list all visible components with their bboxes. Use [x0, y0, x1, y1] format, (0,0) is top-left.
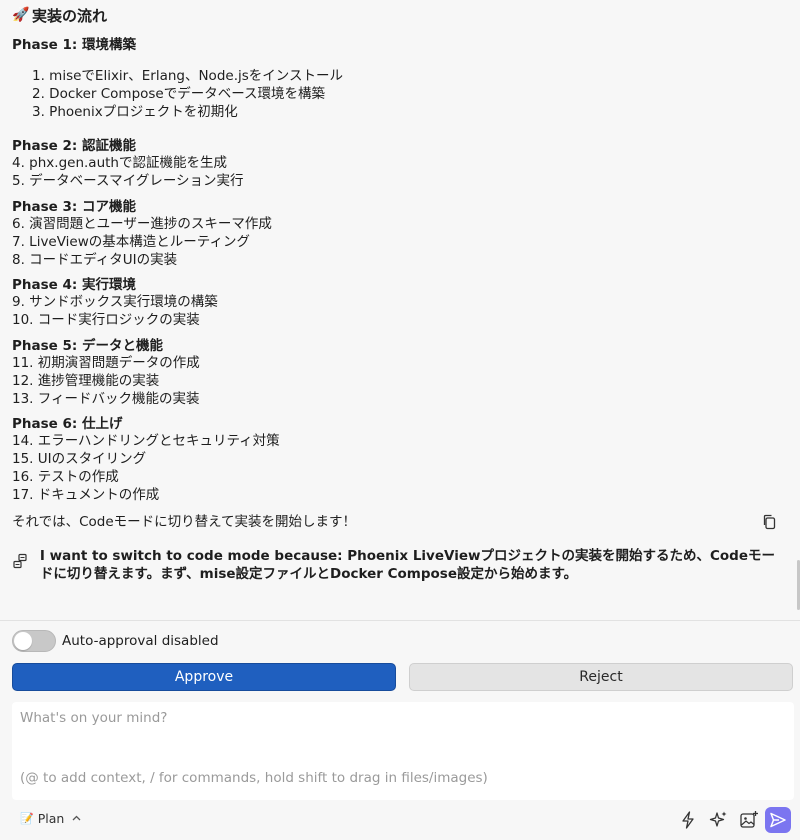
phase-3-title: Phase 3: コア機能: [12, 198, 136, 215]
phase-1-title: Phase 1: 環境構築: [12, 37, 136, 53]
reject-button[interactable]: Reject: [409, 663, 793, 691]
copy-icon[interactable]: [758, 511, 780, 533]
closing-row: それでは、Codeモードに切り替えて実装を開始します！: [12, 511, 788, 533]
phase-3-section: Phase 3: コア機能 6. 演習問題とユーザー進捗のスキーマ作成 7. L…: [12, 198, 788, 269]
mode-selector[interactable]: 📝 Plan: [20, 811, 81, 826]
add-image-icon[interactable]: [736, 807, 762, 833]
list-item: 8. コードエディタUIの実装: [12, 251, 178, 268]
list-item: 13. フィードバック機能の実装: [12, 390, 200, 407]
list-item: 1. miseでElixir、Erlang、Node.jsをインストール: [32, 68, 344, 84]
phase-1-list: 1. miseでElixir、Erlang、Node.jsをインストール 2. …: [12, 68, 788, 121]
rocket-icon: 🚀: [12, 7, 30, 23]
phase-6-title: Phase 6: 仕上げ: [12, 416, 123, 433]
chat-input-box: (@ to add context, / for commands, hold …: [12, 702, 794, 800]
phase-6-section: Phase 6: 仕上げ 14. エラーハンドリングとセキュリティ対策 15. …: [12, 415, 788, 504]
toggle-knob: [14, 632, 32, 650]
approve-button[interactable]: Approve: [12, 663, 396, 691]
mode-switch-icon: [12, 547, 40, 583]
input-hint: (@ to add context, / for commands, hold …: [20, 770, 488, 786]
list-item: 2. Docker Composeでデータベース環境を構築: [32, 85, 326, 102]
list-item: 12. 進捗管理機能の実装: [12, 372, 160, 389]
list-item: 17. ドキュメントの作成: [12, 486, 160, 503]
phase-4-title: Phase 4: 実行環境: [12, 277, 136, 294]
chat-transcript[interactable]: 🚀 実装の流れ Phase 1: 環境構築 1. miseでElixir、Erl…: [0, 0, 800, 620]
chat-input[interactable]: [12, 702, 794, 762]
phase-5-title: Phase 5: データと機能: [12, 337, 163, 354]
phase-2-title: Phase 2: 認証機能: [12, 138, 136, 155]
list-item: 7. LiveViewの基本構造とルーティング: [12, 233, 250, 250]
sparkle-icon[interactable]: [706, 807, 732, 833]
list-item: 6. 演習問題とユーザー進捗のスキーマ作成: [12, 215, 272, 232]
auto-approval-toggle[interactable]: [12, 630, 56, 652]
mode-switch-request: I want to switch to code mode because: P…: [12, 547, 788, 583]
mode-label: Plan: [37, 811, 65, 826]
plan-heading: 🚀 実装の流れ: [12, 4, 788, 26]
memo-icon: 📝: [20, 812, 34, 825]
bolt-icon[interactable]: [675, 807, 701, 833]
list-item: 4. phx.gen.authで認証機能を生成: [12, 155, 227, 172]
plan-title: 実装の流れ: [32, 6, 108, 25]
phase-2-section: Phase 2: 認証機能 4. phx.gen.authで認証機能を生成 5.…: [12, 137, 788, 191]
input-toolbar: 📝 Plan: [0, 805, 800, 837]
list-item: 16. テストの作成: [12, 468, 119, 485]
auto-approval-row: Auto-approval disabled: [12, 630, 219, 652]
phase-4-section: Phase 4: 実行環境 9. サンドボックス実行環境の構築 10. コード実…: [12, 276, 788, 330]
closing-text: それでは、Codeモードに切り替えて実装を開始します！: [12, 513, 356, 530]
auto-approval-label: Auto-approval disabled: [62, 633, 219, 649]
bottom-panel: Auto-approval disabled Approve Reject (@…: [0, 620, 800, 840]
send-icon[interactable]: [765, 807, 791, 833]
list-item: 9. サンドボックス実行環境の構築: [12, 294, 218, 311]
phase-5-section: Phase 5: データと機能 11. 初期演習問題データの作成 12. 進捗管…: [12, 337, 788, 408]
list-item: 5. データベースマイグレーション実行: [12, 173, 244, 190]
mode-switch-message: I want to switch to code mode because: P…: [39, 547, 775, 582]
phase-1-section: Phase 1: 環境構築 1. miseでElixir、Erlang、Node…: [12, 36, 788, 121]
list-item: 15. UIのスタイリング: [12, 451, 147, 468]
list-item: 11. 初期演習問題データの作成: [12, 354, 200, 371]
chevron-up-icon: [72, 813, 81, 824]
list-item: 10. コード実行ロジックの実装: [12, 312, 200, 329]
list-item: 14. エラーハンドリングとセキュリティ対策: [12, 433, 280, 450]
list-item: 3. Phoenixプロジェクトを初期化: [32, 103, 238, 120]
